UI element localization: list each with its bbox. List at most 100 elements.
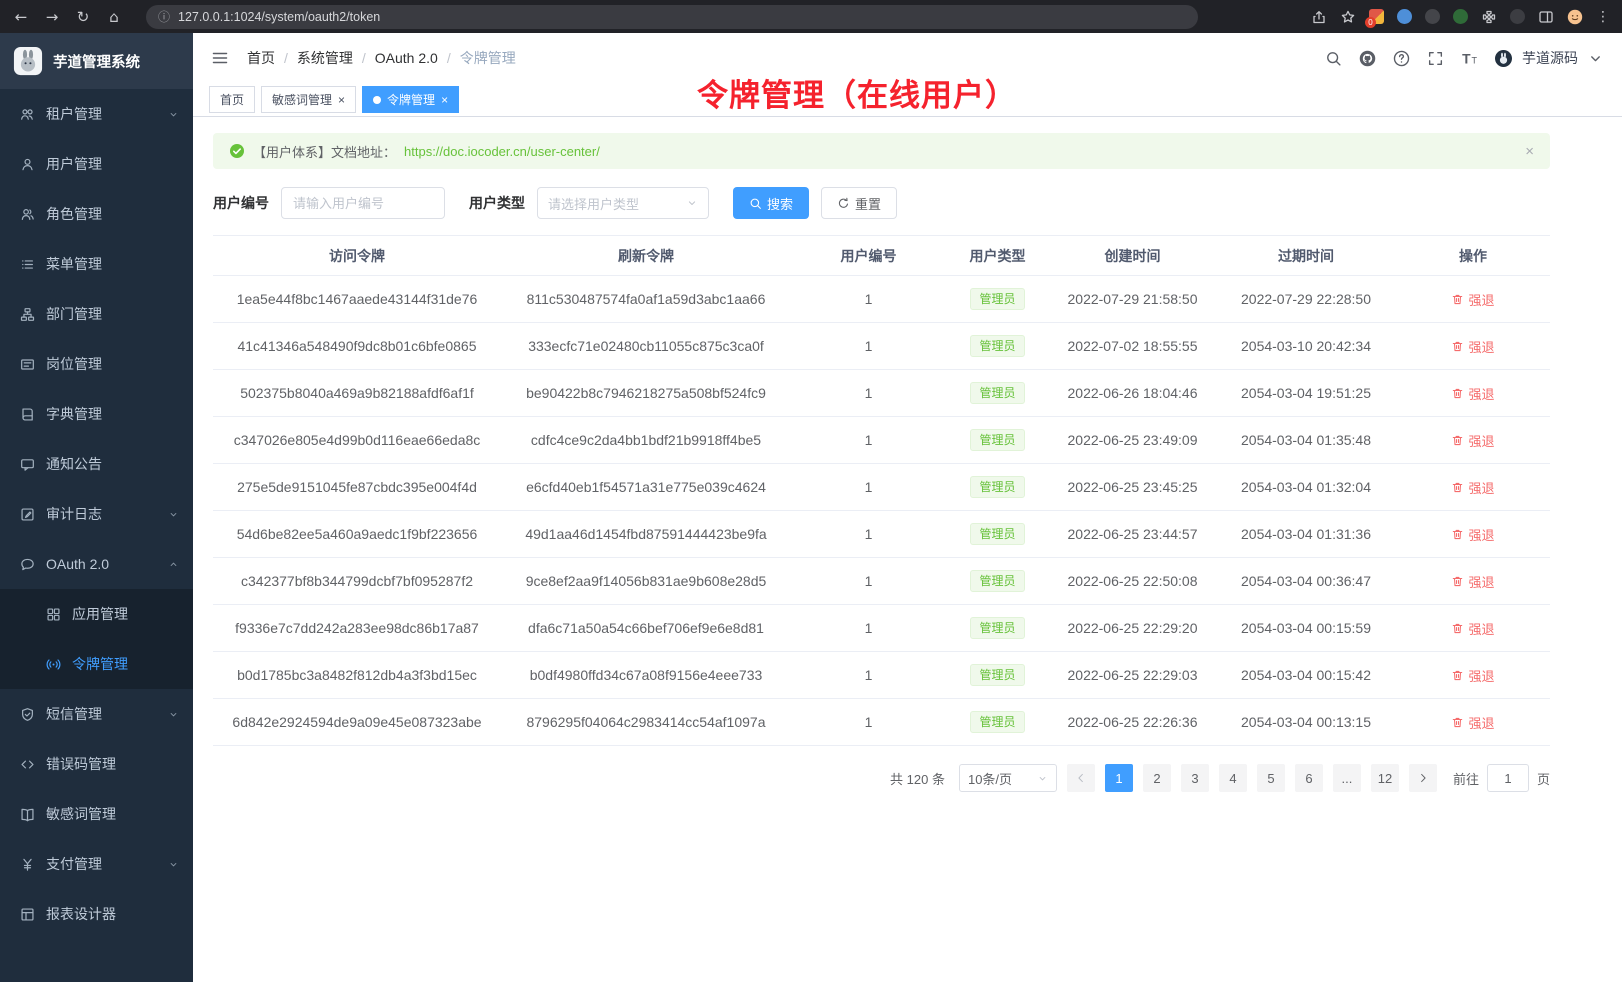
alert-close-icon[interactable]: × (1525, 144, 1534, 159)
browser-reload-icon[interactable]: ↻ (74, 8, 92, 26)
sidebar-item-oauth2-application[interactable]: 应用管理 (0, 589, 193, 639)
search-icon[interactable] (1325, 50, 1342, 67)
sidebar-item-notice[interactable]: 通知公告 (0, 439, 193, 489)
browser-profile-avatar[interactable] (1567, 9, 1583, 25)
search-button[interactable]: 搜索 (733, 187, 809, 219)
extension-icon[interactable]: 0 (1369, 9, 1384, 24)
force-logout-button[interactable]: 强退 (1451, 431, 1494, 450)
user-type-badge: 管理员 (970, 382, 1024, 404)
sidebar-toggle-icon[interactable] (1538, 9, 1554, 25)
tab-close-icon[interactable]: × (338, 94, 345, 106)
fullscreen-icon[interactable] (1427, 50, 1444, 67)
page-button-12[interactable]: 12 (1371, 764, 1399, 792)
sidebar-item-oauth2[interactable]: OAuth 2.0 (0, 539, 193, 589)
tab-close-icon[interactable]: × (441, 94, 448, 106)
tab-home[interactable]: 首页 (209, 86, 255, 113)
site-info-icon[interactable]: ⓘ (158, 8, 170, 25)
expire-time-cell: 2054-03-04 00:13:15 (1216, 699, 1396, 746)
oauth-icon (20, 557, 35, 572)
sidebar-item-label: 报表设计器 (46, 904, 116, 924)
page-size-select[interactable]: 10条/页 (959, 764, 1057, 792)
breadcrumb-item[interactable]: 令牌管理 (460, 48, 516, 68)
success-check-icon (229, 143, 245, 159)
sidebar-item-role[interactable]: 角色管理 (0, 189, 193, 239)
force-logout-button[interactable]: 强退 (1451, 337, 1494, 356)
table-header-row: 访问令牌刷新令牌用户编号用户类型创建时间过期时间操作 (213, 236, 1550, 276)
browser-menu-icon[interactable]: ⋮ (1596, 8, 1610, 25)
extension-icon[interactable] (1397, 9, 1412, 24)
sidebar-item-report-designer[interactable]: 报表设计器 (0, 889, 193, 939)
user-name[interactable]: 芋道源码 (1522, 48, 1578, 68)
sidebar-item-audit-log[interactable]: 审计日志 (0, 489, 193, 539)
sidebar-item-menu[interactable]: 菜单管理 (0, 239, 193, 289)
tab-sensitive-word[interactable]: 敏感词管理× (261, 86, 356, 113)
sidebar-item-sensitive-word[interactable]: 敏感词管理 (0, 789, 193, 839)
force-logout-button[interactable]: 强退 (1451, 290, 1494, 309)
action-cell: 强退 (1396, 699, 1550, 746)
extensions-puzzle-icon[interactable] (1481, 9, 1497, 25)
page-ellipsis[interactable]: ... (1333, 764, 1361, 792)
breadcrumb-item[interactable]: OAuth 2.0 (375, 50, 438, 66)
sidebar-item-label: 错误码管理 (46, 754, 116, 774)
page-content: 【用户体系】文档地址： https://doc.iocoder.cn/user-… (193, 117, 1622, 982)
page-button-4[interactable]: 4 (1219, 764, 1247, 792)
font-size-icon[interactable]: TT (1461, 50, 1478, 67)
share-icon[interactable] (1311, 9, 1327, 25)
sidebar-item-post[interactable]: 岗位管理 (0, 339, 193, 389)
user-menu-caret-icon[interactable] (1587, 50, 1604, 67)
page-button-2[interactable]: 2 (1143, 764, 1171, 792)
tab-token[interactable]: 令牌管理× (362, 86, 459, 113)
force-logout-button[interactable]: 强退 (1451, 384, 1494, 403)
table-row: 502375b8040a469a9b82188afdf6af1fbe90422b… (213, 370, 1550, 417)
sidebar-item-tenant[interactable]: 租户管理 (0, 89, 193, 139)
force-logout-button[interactable]: 强退 (1451, 525, 1494, 544)
expire-time-cell: 2022-07-29 22:28:50 (1216, 276, 1396, 323)
sidebar-item-dict[interactable]: 字典管理 (0, 389, 193, 439)
token-table: 访问令牌刷新令牌用户编号用户类型创建时间过期时间操作 1ea5e44f8bc14… (213, 235, 1550, 746)
action-cell: 强退 (1396, 417, 1550, 464)
browser-back-icon[interactable]: ← (12, 8, 30, 26)
sidebar-item-dept[interactable]: 部门管理 (0, 289, 193, 339)
doc-link[interactable]: https://doc.iocoder.cn/user-center/ (404, 144, 600, 159)
breadcrumb-item[interactable]: 系统管理 (297, 48, 353, 68)
sidebar-item-user[interactable]: 用户管理 (0, 139, 193, 189)
prev-page-button[interactable] (1067, 764, 1095, 792)
extension-icon[interactable] (1453, 9, 1468, 24)
user-avatar[interactable] (1495, 50, 1512, 67)
user-id-input[interactable] (281, 187, 445, 219)
sidebar-item-sms[interactable]: 短信管理 (0, 689, 193, 739)
reset-button[interactable]: 重置 (821, 187, 897, 219)
user-type-cell: 管理员 (946, 511, 1049, 558)
extension-icon[interactable] (1510, 9, 1525, 24)
collapse-sidebar-icon[interactable] (211, 49, 229, 67)
goto-page-input[interactable] (1487, 764, 1529, 792)
browser-home-icon[interactable]: ⌂ (105, 8, 123, 26)
app-logo-bar[interactable]: 芋道管理系统 (0, 33, 193, 89)
force-logout-button[interactable]: 强退 (1451, 572, 1494, 591)
pagination: 共 120 条 10条/页 123456...12 前往 页 (213, 764, 1550, 792)
bookmark-star-icon[interactable] (1340, 9, 1356, 25)
next-page-button[interactable] (1409, 764, 1437, 792)
topbar-actions: TT 芋道源码 (1325, 48, 1604, 68)
sidebar-item-oauth2-token[interactable]: 令牌管理 (0, 639, 193, 689)
page-button-1[interactable]: 1 (1105, 764, 1133, 792)
sidebar-item-label: 部门管理 (46, 304, 102, 324)
page-button-5[interactable]: 5 (1257, 764, 1285, 792)
page-button-6[interactable]: 6 (1295, 764, 1323, 792)
force-logout-button[interactable]: 强退 (1451, 478, 1494, 497)
github-icon[interactable] (1359, 50, 1376, 67)
extension-icon[interactable] (1425, 9, 1440, 24)
sidebar-item-label: OAuth 2.0 (46, 556, 109, 572)
force-logout-button[interactable]: 强退 (1451, 666, 1494, 685)
page-button-3[interactable]: 3 (1181, 764, 1209, 792)
browser-address-bar[interactable]: ⓘ 127.0.0.1:1024/system/oauth2/token (146, 5, 1198, 29)
force-logout-button[interactable]: 强退 (1451, 713, 1494, 732)
help-icon[interactable] (1393, 50, 1410, 67)
browser-forward-icon[interactable]: → (43, 8, 61, 26)
sidebar-item-error-code[interactable]: 错误码管理 (0, 739, 193, 789)
table-row: 41c41346a548490f9dc8b01c6bfe0865333ecfc7… (213, 323, 1550, 370)
breadcrumb-item[interactable]: 首页 (247, 48, 275, 68)
user-type-select[interactable]: 请选择用户类型 (537, 187, 709, 219)
sidebar-item-pay[interactable]: 支付管理 (0, 839, 193, 889)
force-logout-button[interactable]: 强退 (1451, 619, 1494, 638)
